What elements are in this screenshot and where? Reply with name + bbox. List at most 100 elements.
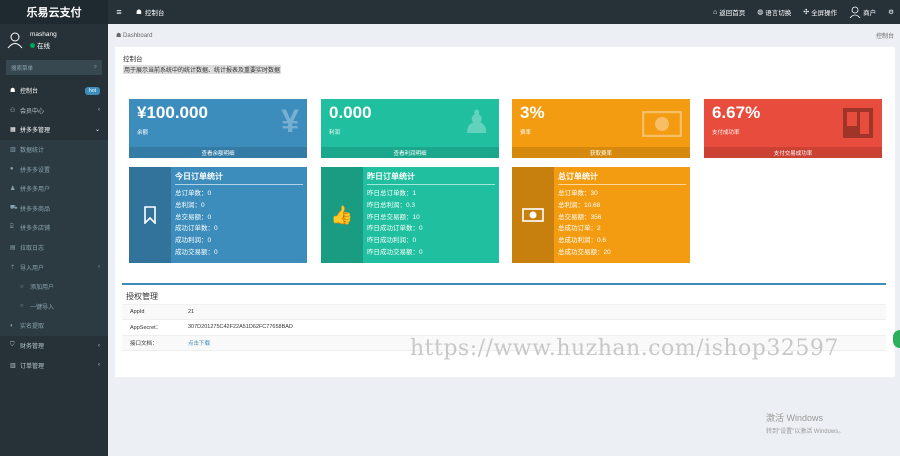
avatar bbox=[7, 32, 23, 49]
total-orders-rows: 总订单数：30 总利润：10.68 总交易额：356 总成功订单：2 总成功利润… bbox=[558, 188, 611, 259]
log-icon: ▤ bbox=[10, 245, 16, 252]
windows-activation-notice: 激活 Windows 转到"设置"以激活 Windows。 bbox=[766, 411, 844, 435]
sidebar-item-fetch-logs[interactable]: ▤ 拉取日志 bbox=[0, 237, 108, 258]
yen-icon: ¥ bbox=[281, 103, 299, 139]
sidebar-item-pdd-management[interactable]: ▦ 拼多多管理 ⌄ bbox=[0, 120, 108, 140]
sidebar-item-pdd-users[interactable]: ♟ 拼多多用户 bbox=[0, 178, 108, 199]
table-row: AppId 21 bbox=[122, 305, 886, 321]
id-icon: ◐ bbox=[10, 322, 14, 329]
language-icon: ◍ bbox=[757, 9, 764, 16]
sidebar-item-finance[interactable]: ⛉ 财务管理 ‹ bbox=[0, 336, 108, 356]
search-icon[interactable]: ⌕ bbox=[94, 64, 97, 71]
language-switch-label: 语言切换 bbox=[765, 10, 792, 17]
return-home-link[interactable]: ⌂ 返回首页 bbox=[712, 7, 746, 18]
app-logo[interactable]: 乐易云支付 bbox=[0, 0, 108, 24]
today-orders-title: 今日订单统计 bbox=[175, 172, 223, 181]
appsecret-value: 307D201275C42F22A51D62FC77658BAD bbox=[188, 324, 293, 331]
breadcrumb-current-label: Dashboard bbox=[123, 32, 153, 39]
sidebar-item-label: 实名提取 bbox=[20, 324, 45, 331]
balance-value: ¥100.000 bbox=[137, 103, 208, 122]
sidebar-item-member-center[interactable]: ⚇ 会员中心 ‹ bbox=[0, 101, 108, 121]
dashboard-tab[interactable]: ☗ 控制台 bbox=[136, 7, 164, 17]
dashboard-icon: ☗ bbox=[116, 32, 124, 39]
divider bbox=[367, 184, 495, 185]
money-icon bbox=[512, 167, 554, 263]
profit-value: 0.000 bbox=[329, 103, 372, 122]
sidebar-item-add-user[interactable]: ○ 添加用户 bbox=[0, 276, 108, 297]
sidebar-item-one-click-import[interactable]: ○ 一键导入 bbox=[0, 296, 108, 317]
breadcrumb-right: 控制台 bbox=[875, 33, 894, 40]
stat-row: 昨日成功利润：0 bbox=[367, 237, 417, 245]
sidebar-item-label: 导入用户 bbox=[20, 265, 45, 272]
sidebar-toggle-icon[interactable]: ≡ bbox=[108, 7, 130, 17]
balance-details-link[interactable]: 查看余额明细 bbox=[129, 147, 307, 158]
return-home-label: 返回首页 bbox=[719, 10, 746, 17]
dashboard-tab-label: 控制台 bbox=[144, 10, 165, 17]
sidebar-item-label: 财务管理 bbox=[20, 344, 45, 351]
rate-label: 费率 bbox=[520, 130, 532, 136]
divider bbox=[175, 184, 303, 185]
total-orders-title: 总订单统计 bbox=[558, 172, 598, 181]
home-icon: ⌂ bbox=[712, 8, 718, 16]
sidebar-item-label: 数据统计 bbox=[20, 148, 45, 155]
sidebar: mashang 在线 搜索菜单 ⌕ ☗ 控制台 hot ⚇ 会员中心 ‹ ▦ 拼多多管理 ⌄… bbox=[0, 24, 108, 456]
page-subtitle: 用于展示当前系统中的统计数据、统计报表及重要实时数据 bbox=[123, 65, 282, 74]
order-icon: ▥ bbox=[10, 362, 16, 369]
stat-row: 成功订单数：0 bbox=[175, 225, 218, 233]
sidebar-item-label: 拼多多用户 bbox=[20, 187, 51, 194]
online-dot-icon bbox=[30, 42, 35, 48]
sidebar-item-import-users[interactable]: ⇡ 导入用户 ‹ bbox=[0, 257, 108, 277]
activation-subtitle: 转到"设置"以激活 Windows。 bbox=[766, 429, 845, 435]
sidebar-item-pdd-goods[interactable]: ⛟ 拼多多商品 bbox=[0, 198, 108, 219]
sidebar-item-dashboard[interactable]: ☗ 控制台 hot bbox=[0, 81, 108, 101]
profit-details-link[interactable]: 查看利润明细 bbox=[321, 147, 499, 158]
stat-row: 昨日总利润：0.3 bbox=[367, 201, 416, 209]
users-icon: ⚇ bbox=[10, 107, 16, 114]
settings-gear-icon[interactable]: ⚙ bbox=[888, 8, 894, 16]
sidebar-item-label: 控制台 bbox=[20, 89, 39, 96]
balance-stat-box: ¥100.000 余额 ¥ 查看余额明细 bbox=[129, 99, 307, 158]
menu-search-input[interactable]: 搜索菜单 ⌕ bbox=[6, 60, 102, 75]
stat-row: 成功利润：0 bbox=[175, 237, 212, 245]
user-menu[interactable]: 商户 bbox=[849, 6, 876, 18]
language-switch[interactable]: ◍ 语言切换 bbox=[757, 7, 791, 17]
chevron-left-icon: ‹ bbox=[98, 362, 100, 369]
get-rate-link[interactable]: 获取费率 bbox=[512, 147, 690, 158]
top-navbar: ≡ ☗ 控制台 ⌂ 返回首页 ◍ 语言切换 ✣ 全屏操作 商户 ⚙ bbox=[108, 0, 900, 24]
fullscreen-button[interactable]: ✣ 全屏操作 bbox=[803, 7, 837, 17]
user-menu-label: 商户 bbox=[863, 10, 877, 17]
profit-stat-box: 0.000 利润 ♟ 查看利润明细 bbox=[321, 99, 499, 158]
rate-value: 3% bbox=[520, 103, 545, 122]
user-icon: ♟ bbox=[10, 186, 16, 193]
money-icon bbox=[642, 111, 682, 137]
appsecret-key: AppSecret： bbox=[130, 325, 162, 332]
user-panel: mashang 在线 bbox=[0, 24, 108, 56]
success-rate-link[interactable]: 支付交易成功率 bbox=[704, 147, 882, 158]
fullscreen-icon: ✣ bbox=[803, 9, 810, 16]
circle-icon: ○ bbox=[20, 283, 24, 290]
breadcrumb: ☗ Dashboard 控制台 bbox=[108, 24, 900, 46]
sidebar-item-statistics[interactable]: ▥ 数据统计 bbox=[0, 139, 108, 160]
sidebar-item-realname-extract[interactable]: ◐ 实名提取 bbox=[0, 316, 108, 336]
sidebar-item-pdd-settings[interactable]: ● 拼多多设置 bbox=[0, 159, 108, 179]
success-rate-label: 支付成功率 bbox=[712, 130, 740, 136]
bookmark-icon bbox=[129, 167, 171, 263]
stat-row: 总订单数：0 bbox=[175, 190, 212, 197]
stat-row: 总成功交易额：20 bbox=[558, 248, 611, 256]
cart-icon: ⛟ bbox=[10, 205, 18, 212]
yesterday-orders-rows: 昨日总订单数：1 昨日总利润：0.3 昨日总交易额：10 昨日成功订单数：0 昨… bbox=[367, 188, 423, 259]
api-docs-key: 接口文档： bbox=[130, 340, 158, 347]
floating-side-button[interactable] bbox=[893, 330, 900, 348]
sidebar-item-label: 拼多多管理 bbox=[20, 128, 51, 135]
breadcrumb-current[interactable]: ☗ Dashboard bbox=[116, 32, 152, 39]
sidebar-item-label: 订单管理 bbox=[20, 363, 45, 370]
chevron-left-icon: ‹ bbox=[98, 342, 100, 349]
sidebar-item-pdd-stores[interactable]: ⌸ 拼多多店铺 bbox=[0, 218, 108, 238]
today-orders-box: 今日订单统计 总订单数：0 总利润：0 总交易额：0 成功订单数：0 成功利润：… bbox=[129, 167, 307, 263]
panel-header: 控制台 用于展示当前系统中的统计数据、统计报表及重要实时数据 bbox=[123, 53, 282, 74]
sidebar-item-orders[interactable]: ▥ 订单管理 ‹ bbox=[0, 355, 108, 375]
window-icon bbox=[843, 108, 873, 138]
profit-label: 利润 bbox=[329, 130, 341, 136]
today-orders-rows: 总订单数：0 总利润：0 总交易额：0 成功订单数：0 成功利润：0 成功交易额… bbox=[175, 188, 218, 259]
success-rate-value: 6.67% bbox=[712, 103, 761, 122]
